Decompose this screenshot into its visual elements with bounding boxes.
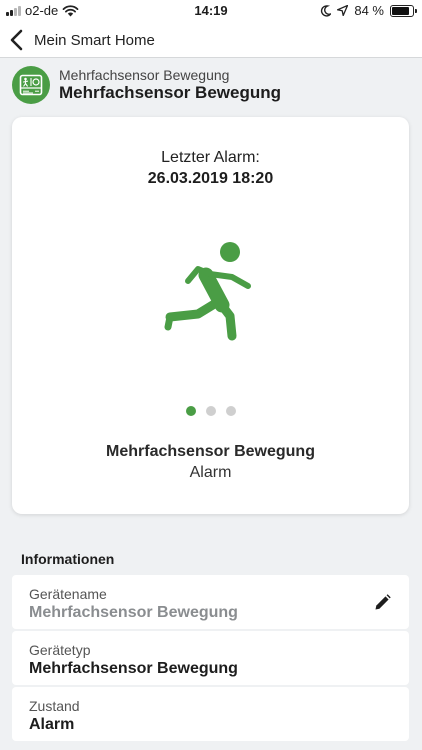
pencil-icon[interactable] bbox=[374, 594, 391, 611]
last-alarm-label: Letzter Alarm: bbox=[161, 149, 260, 166]
back-button[interactable]: Mein Smart Home bbox=[8, 22, 155, 58]
info-label: Zustand bbox=[29, 698, 80, 714]
multisensor-device-icon bbox=[12, 66, 50, 104]
info-label: Gerätename bbox=[29, 586, 107, 602]
chevron-left-icon bbox=[10, 29, 23, 51]
location-arrow-icon bbox=[337, 5, 349, 16]
navigation-bar: Mein Smart Home bbox=[0, 22, 422, 58]
device-title: Mehrfachsensor Bewegung bbox=[59, 83, 281, 102]
info-section-title: Informationen bbox=[21, 551, 115, 567]
info-row-state: Zustand Alarm bbox=[12, 687, 409, 741]
back-button-label: Mein Smart Home bbox=[34, 31, 155, 49]
info-row-device-type: Gerätetyp Mehrfachsensor Bewegung bbox=[12, 631, 409, 685]
info-row-device-name[interactable]: Gerätename Mehrfachsensor Bewegung bbox=[12, 575, 409, 629]
status-bar: o2-de 14:19 84 % bbox=[0, 0, 422, 22]
device-subtitle: Mehrfachsensor Bewegung bbox=[59, 67, 230, 83]
page-dot[interactable] bbox=[205, 406, 216, 416]
battery-icon bbox=[390, 4, 417, 17]
device-header: Mehrfachsensor Bewegung Mehrfachsensor B… bbox=[12, 66, 281, 104]
moon-icon bbox=[321, 4, 332, 17]
card-device-state: Alarm bbox=[189, 464, 232, 481]
page-indicator bbox=[12, 406, 409, 416]
battery-fill bbox=[392, 6, 409, 15]
status-right: 84 % bbox=[320, 3, 417, 18]
info-value: Mehrfachsensor Bewegung bbox=[29, 660, 238, 677]
battery-percent: 84 % bbox=[354, 3, 384, 18]
page-dot[interactable] bbox=[185, 406, 196, 416]
card-device-name: Mehrfachsensor Bewegung bbox=[106, 443, 315, 460]
info-value: Mehrfachsensor Bewegung bbox=[29, 604, 238, 621]
page-dot[interactable] bbox=[225, 406, 236, 416]
status-card[interactable]: Letzter Alarm: 26.03.2019 18:20 Mehrfach… bbox=[12, 117, 409, 514]
info-value: Alarm bbox=[29, 716, 75, 733]
last-alarm-date: 26.03.2019 18:20 bbox=[147, 170, 274, 187]
running-person-icon bbox=[164, 242, 251, 341]
app-screen: o2-de 14:19 84 % Mein Smart Home Mehrfac… bbox=[0, 0, 422, 750]
device-header-text: Mehrfachsensor Bewegung Mehrfachsensor B… bbox=[59, 67, 281, 103]
info-label: Gerätetyp bbox=[29, 642, 91, 658]
